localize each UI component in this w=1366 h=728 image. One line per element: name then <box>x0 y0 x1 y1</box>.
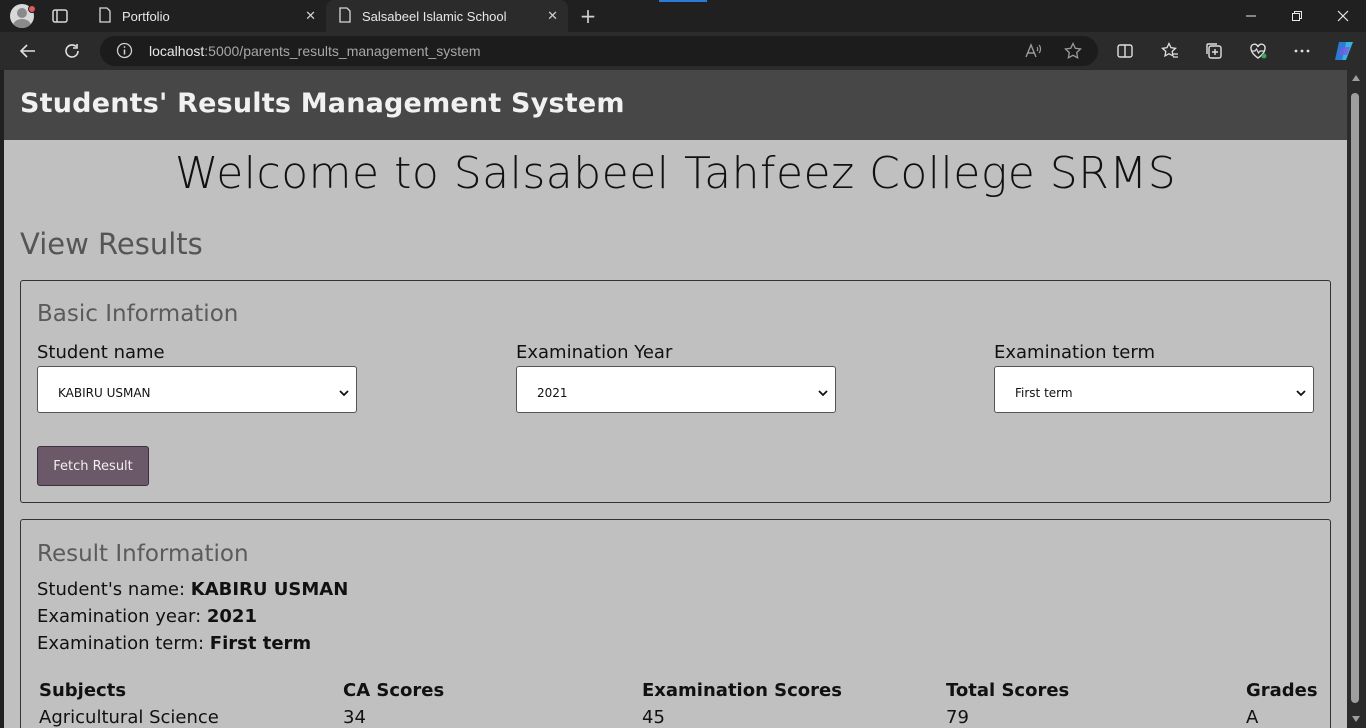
student-name-select[interactable]: KABIRU USMAN <box>37 366 357 413</box>
site-info-icon[interactable] <box>116 42 133 63</box>
tab-title: Portfolio <box>122 8 170 24</box>
restore-icon[interactable] <box>1274 0 1320 32</box>
examination-term-select[interactable]: First term <box>994 366 1314 413</box>
scroll-down-arrow-icon[interactable] <box>1352 716 1360 722</box>
chevron-down-icon <box>338 384 350 403</box>
table-cell-grade: A <box>1246 707 1259 728</box>
column-header-grades: Grades <box>1246 680 1318 701</box>
examination-year-value: 2021 <box>206 606 257 627</box>
url-text: localhost:5000/parents_results_managemen… <box>149 43 481 59</box>
profile-notification-dot <box>28 5 36 13</box>
examination-term-label: Examination term <box>994 342 1155 363</box>
app-title: Students' Results Management System <box>20 88 625 119</box>
table-cell-ca-score: 34 <box>343 707 366 728</box>
split-screen-icon[interactable] <box>1115 41 1135 61</box>
student-name-line: Student's name: KABIRU USMAN <box>37 579 349 600</box>
tab-portfolio[interactable]: Portfolio ✕ <box>86 0 326 32</box>
scroll-up-arrow-icon[interactable] <box>1352 75 1360 81</box>
chevron-down-icon <box>1295 384 1307 403</box>
refresh-icon[interactable] <box>62 41 82 61</box>
student-name-value: KABIRU USMAN <box>190 579 349 600</box>
welcome-heading: Welcome to Salsabeel Tahfeez College SRM… <box>174 148 1177 199</box>
fetch-result-button[interactable]: Fetch Result <box>37 446 149 486</box>
column-header-ca-scores: CA Scores <box>343 680 445 701</box>
address-bar[interactable]: localhost:5000/parents_results_managemen… <box>100 36 1098 66</box>
back-icon[interactable] <box>18 41 38 61</box>
examination-year-select[interactable]: 2021 <box>516 366 836 413</box>
table-cell-exam-score: 45 <box>642 707 665 728</box>
selected-value: KABIRU USMAN <box>58 386 151 400</box>
scrollbar-thumb[interactable] <box>1351 93 1359 703</box>
tab-title: Salsabeel Islamic School <box>362 8 507 24</box>
tab-actions-icon[interactable] <box>50 6 70 26</box>
favorite-star-icon[interactable] <box>1064 41 1082 64</box>
panel-heading: Basic Information <box>37 301 239 327</box>
tab-salsabeel[interactable]: Salsabeel Islamic School ✕ <box>326 0 568 32</box>
close-icon[interactable]: ✕ <box>547 8 558 24</box>
examination-year-label: Examination Year <box>516 342 673 363</box>
browser-essentials-icon[interactable] <box>1248 41 1268 61</box>
page-icon <box>98 6 112 26</box>
tab-accent-bar <box>659 0 707 2</box>
table-cell-total-score: 79 <box>946 707 969 728</box>
collections-icon[interactable] <box>1204 41 1224 61</box>
section-title: View Results <box>20 227 203 261</box>
page-viewport: Students' Results Management System Welc… <box>4 70 1347 728</box>
close-icon[interactable]: ✕ <box>305 8 316 24</box>
result-information-panel: Result Information Student's name: KABIR… <box>20 519 1331 728</box>
page-icon <box>338 6 352 26</box>
examination-term-value: First term <box>209 633 312 654</box>
copilot-icon[interactable] <box>1332 39 1356 63</box>
student-name-label: Student name <box>37 342 165 363</box>
read-aloud-icon[interactable] <box>1024 42 1042 64</box>
examination-term-line: Examination term: First term <box>37 633 312 654</box>
selected-value: 2021 <box>537 386 568 400</box>
column-header-total-scores: Total Scores <box>946 680 1070 701</box>
examination-year-line: Examination year: 2021 <box>37 606 257 627</box>
panel-heading: Result Information <box>37 541 249 567</box>
column-header-examination-scores: Examination Scores <box>642 680 842 701</box>
basic-information-panel: Basic Information Student name KABIRU US… <box>20 280 1331 503</box>
favorites-icon[interactable] <box>1160 41 1180 61</box>
table-cell-subject: Agricultural Science <box>39 707 219 728</box>
new-tab-icon[interactable]: + <box>578 6 598 26</box>
column-header-subjects: Subjects <box>39 680 127 701</box>
chevron-down-icon <box>817 384 829 403</box>
app-header: Students' Results Management System <box>4 70 1347 140</box>
close-window-icon[interactable] <box>1320 0 1366 32</box>
minimize-icon[interactable] <box>1228 0 1274 32</box>
selected-value: First term <box>1015 386 1073 400</box>
browser-toolbar: localhost:5000/parents_results_managemen… <box>0 32 1366 70</box>
more-options-icon[interactable] <box>1292 41 1312 61</box>
browser-tab-bar: Portfolio ✕ Salsabeel Islamic School ✕ + <box>0 0 1366 32</box>
